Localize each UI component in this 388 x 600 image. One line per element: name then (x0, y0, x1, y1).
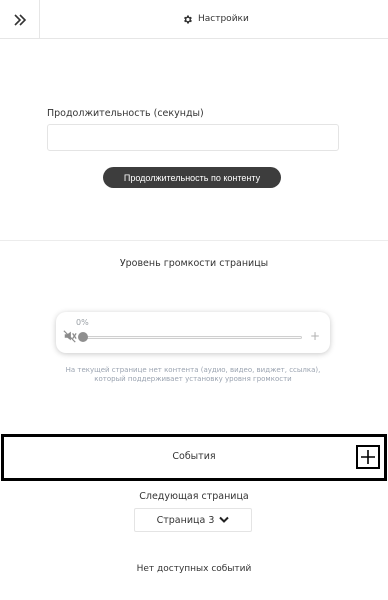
double-chevron-right-icon (13, 13, 26, 26)
volume-mute-icon[interactable] (63, 329, 77, 343)
section-divider (0, 240, 388, 241)
plus-icon (361, 450, 375, 464)
volume-slider-thumb[interactable] (78, 332, 88, 342)
next-page-label: Следующая страница (139, 491, 249, 502)
add-event-button[interactable] (356, 445, 380, 469)
duration-label: Продолжительность (секунды) (47, 108, 204, 119)
volume-percent: 0% (76, 318, 89, 327)
events-title: События (172, 451, 216, 462)
page-title: Настройки (198, 14, 249, 24)
next-page-selected-value: Страница 3 (156, 514, 215, 526)
empty-events-text: Нет доступных событий (136, 564, 252, 574)
gear-icon (184, 14, 192, 24)
next-page-select[interactable]: Страница 3 (134, 508, 252, 532)
settings-header: Настройки (0, 0, 388, 39)
volume-title: Уровень громкости страницы (119, 258, 269, 269)
content-duration-button[interactable]: Продолжительность по контенту (103, 167, 281, 188)
volume-note: На текущей странице нет контента (аудио,… (65, 366, 321, 383)
volume-control: 0% + (56, 312, 330, 353)
events-section-header: События (1, 434, 387, 481)
header-title-group: Настройки (182, 11, 249, 27)
collapse-panel-button[interactable] (0, 0, 40, 39)
duration-input[interactable] (47, 124, 339, 151)
volume-slider-track[interactable] (82, 336, 302, 339)
chevron-down-icon (219, 516, 230, 523)
volume-plus-icon[interactable]: + (310, 329, 320, 343)
